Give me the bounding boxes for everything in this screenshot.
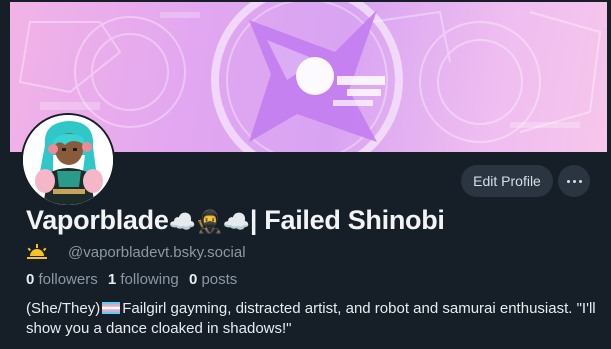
profile-bio: (She/They) Failgirl gayming, distracted a… xyxy=(26,299,601,339)
edit-profile-button[interactable]: Edit Profile xyxy=(461,165,553,197)
avatar-image xyxy=(23,115,113,205)
handle-row: @vaporbladevt.bsky.social xyxy=(26,243,246,261)
followers-label: followers xyxy=(38,271,98,288)
profile-avatar[interactable] xyxy=(21,113,115,207)
following-stat[interactable]: 1 following xyxy=(108,271,179,288)
posts-stat: 0 posts xyxy=(189,271,237,288)
trans-flag-icon xyxy=(102,302,121,314)
following-count: 1 xyxy=(107,271,117,288)
right-border xyxy=(607,0,611,349)
ellipsis-icon xyxy=(567,180,570,183)
profile-handle[interactable]: @vaporbladevt.bsky.social xyxy=(68,244,246,261)
bio-pronouns: (She/They) xyxy=(26,300,101,317)
display-name-emojis: ☁️🥷☁️ xyxy=(168,210,251,235)
left-border xyxy=(0,0,10,349)
sunset-icon xyxy=(27,244,47,259)
profile-page: Edit Profile Vaporblade☁️🥷☁️| Failed Shi… xyxy=(0,0,611,349)
more-options-button[interactable] xyxy=(558,165,590,197)
display-name-suffix: | Failed Shinobi xyxy=(249,205,445,235)
followers-stat[interactable]: 0 followers xyxy=(26,271,98,288)
vaporblade-logo xyxy=(211,2,403,152)
profile-stats: 0 followers 1 following 0 posts xyxy=(26,271,237,288)
followers-count: 0 xyxy=(26,271,35,288)
posts-label: posts xyxy=(201,271,238,288)
posts-count: 0 xyxy=(188,271,198,288)
following-label: following xyxy=(120,271,179,288)
display-name-prefix: Vaporblade xyxy=(26,205,169,235)
display-name: Vaporblade☁️🥷☁️| Failed Shinobi xyxy=(26,205,445,236)
